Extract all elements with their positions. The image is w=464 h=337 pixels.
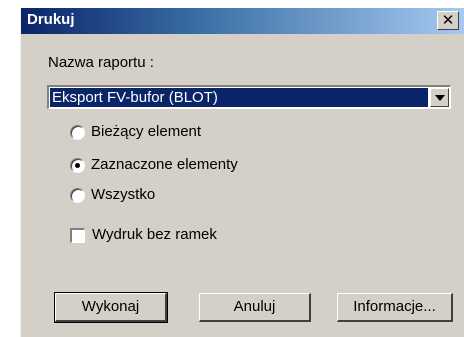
radio-button[interactable] [70,188,85,203]
radio-label: Zaznaczone elementy [91,156,238,173]
close-button[interactable]: ✕ [437,11,459,30]
report-name-label: Nazwa raportu : [48,54,154,71]
radio-selected-dot [75,163,80,168]
info-button[interactable]: Informacje... [337,293,453,322]
no-frames-label: Wydruk bez ramek [92,226,217,243]
chevron-down-icon [435,95,445,101]
radio-label: Wszystko [91,186,156,203]
no-frames-checkbox[interactable] [70,228,85,243]
dropdown-button[interactable] [430,88,449,107]
title-bar[interactable]: Drukuj ✕ [21,8,464,34]
dialog-title: Drukuj [27,11,75,28]
radio-button[interactable] [70,125,85,140]
report-name-value: Eksport FV-bufor (BLOT) [50,88,428,107]
cancel-button[interactable]: Anuluj [199,293,311,322]
close-icon: ✕ [441,12,455,29]
radio-button[interactable] [70,158,85,173]
report-name-select[interactable]: Eksport FV-bufor (BLOT) [47,85,451,109]
radio-label: Bieżący element [91,123,202,140]
run-button[interactable]: Wykonaj [54,292,168,323]
print-dialog: Drukuj ✕ Nazwa raportu : Eksport FV-bufo… [20,8,464,337]
